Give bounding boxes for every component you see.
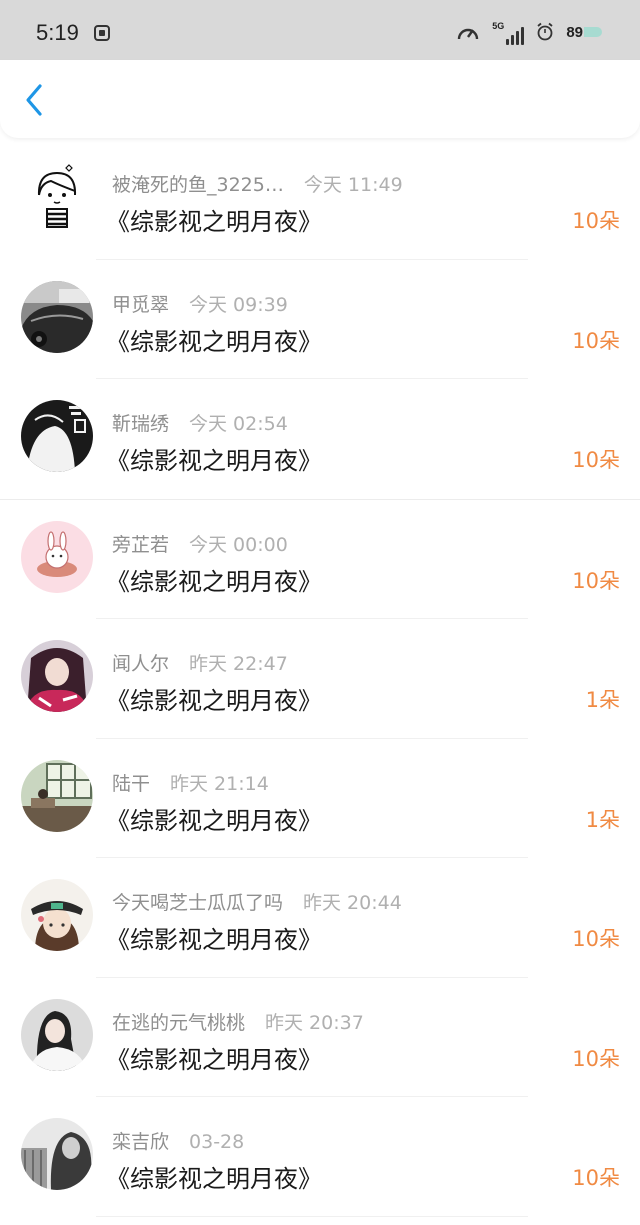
user-name: 在逃的元气桃桃 <box>112 1011 246 1034</box>
user-name: 陆干 <box>112 772 151 795</box>
book-title: 《综影视之明月夜》 <box>106 327 322 356</box>
avatar <box>21 520 93 593</box>
user-name: 甲觅翠 <box>112 293 170 316</box>
book-title: 《综影视之明月夜》 <box>106 687 322 715</box>
battery-indicator: 89 <box>566 24 602 41</box>
user-name: 栾吉欣 <box>112 1131 170 1153</box>
flower-amount: 1朵 <box>585 807 620 832</box>
user-name: 旁芷若 <box>112 533 170 556</box>
book-title: 《综影视之明月夜》 <box>106 926 322 954</box>
status-bar: 5:19 5G 89 <box>0 0 640 60</box>
flower-amount: 10朵 <box>572 328 620 353</box>
flower-amount: 1朵 <box>585 688 620 712</box>
battery-level: 89 <box>566 23 583 41</box>
item-meta: 陆干 昨天 21:14 <box>112 769 269 796</box>
item-meta: 闻人尔 昨天 22:47 <box>112 649 288 676</box>
book-title: 《综影视之明月夜》 <box>106 806 322 835</box>
list-item[interactable]: 甲觅翠 今天 09:39 《综影视之明月夜》 10朵 <box>0 260 640 380</box>
flower-amount: 10朵 <box>572 1046 620 1071</box>
item-meta: 今天喝芝士瓜瓜了吗 昨天 20:44 <box>112 888 402 915</box>
item-meta: 靳瑞绣 今天 02:54 <box>112 409 288 436</box>
avatar <box>21 400 93 472</box>
item-meta: 甲觅翠 今天 09:39 <box>112 290 288 317</box>
status-time: 5:19 <box>36 20 79 45</box>
item-time: 03-28 <box>189 1131 245 1153</box>
user-name: 靳瑞绣 <box>112 413 170 435</box>
avatar <box>21 759 93 832</box>
alarm-icon <box>536 22 554 42</box>
avatar <box>21 640 93 712</box>
item-time: 昨天 21:14 <box>170 772 269 795</box>
network-type: 5G <box>492 21 505 31</box>
flower-amount: 10朵 <box>572 1166 620 1190</box>
item-time: 昨天 20:37 <box>265 1011 364 1034</box>
nav-bar <box>0 60 640 138</box>
list-item[interactable]: 陆干 昨天 21:14 《综影视之明月夜》 1朵 <box>0 739 640 859</box>
list-item[interactable]: 今天喝芝士瓜瓜了吗 昨天 20:44 《综影视之明月夜》 10朵 <box>0 858 640 978</box>
item-meta: 在逃的元气桃桃 昨天 20:37 <box>112 1008 364 1035</box>
speedometer-icon <box>456 21 480 43</box>
book-title: 《综影视之明月夜》 <box>106 1045 322 1074</box>
status-indicators: 5G 89 <box>456 18 602 46</box>
gift-list: 被淹死的鱼_3225… 今天 11:49 《综影视之明月夜》 10朵 甲觅翠 今天 … <box>0 140 640 1217</box>
item-meta: 被淹死的鱼_3225… 今天 11:49 <box>112 170 403 197</box>
list-item[interactable]: 栾吉欣 03-28 《综影视之明月夜》 10朵 <box>0 1097 640 1217</box>
book-title: 《综影视之明月夜》 <box>106 567 322 596</box>
flower-amount: 10朵 <box>572 209 620 233</box>
flower-amount: 10朵 <box>572 448 620 472</box>
flower-amount: 10朵 <box>572 927 620 951</box>
app-notification-icon <box>94 25 110 41</box>
book-title: 《综影视之明月夜》 <box>106 1165 322 1193</box>
list-item[interactable]: 靳瑞绣 今天 02:54 《综影视之明月夜》 10朵 <box>0 379 640 500</box>
signal-icon: 5G <box>492 19 525 45</box>
list-item[interactable]: 被淹死的鱼_3225… 今天 11:49 《综影视之明月夜》 10朵 <box>0 140 640 260</box>
list-item[interactable]: 旁芷若 今天 00:00 《综影视之明月夜》 10朵 <box>0 500 640 620</box>
list-item[interactable]: 在逃的元气桃桃 昨天 20:37 《综影视之明月夜》 10朵 <box>0 978 640 1098</box>
user-name: 闻人尔 <box>112 653 170 675</box>
item-meta: 旁芷若 今天 00:00 <box>112 530 288 557</box>
item-time: 今天 09:39 <box>189 293 288 316</box>
item-time: 昨天 20:44 <box>303 892 402 914</box>
chevron-left-icon <box>26 84 42 116</box>
item-time: 昨天 22:47 <box>189 653 288 675</box>
avatar <box>21 280 93 353</box>
item-time: 今天 02:54 <box>189 413 288 435</box>
back-button[interactable] <box>18 80 54 120</box>
avatar <box>21 879 93 951</box>
battery-icon <box>584 27 602 37</box>
flower-amount: 10朵 <box>572 568 620 593</box>
avatar <box>21 161 93 233</box>
item-meta: 栾吉欣 03-28 <box>112 1127 244 1154</box>
list-item[interactable]: 闻人尔 昨天 22:47 《综影视之明月夜》 1朵 <box>0 619 640 739</box>
avatar <box>21 998 93 1071</box>
book-title: 《综影视之明月夜》 <box>106 208 322 236</box>
item-time: 今天 00:00 <box>189 533 288 556</box>
book-title: 《综影视之明月夜》 <box>106 447 322 475</box>
avatar <box>21 1118 93 1190</box>
item-time: 今天 11:49 <box>303 174 403 196</box>
user-name: 今天喝芝士瓜瓜了吗 <box>112 892 284 914</box>
user-name: 被淹死的鱼_3225… <box>112 174 284 196</box>
